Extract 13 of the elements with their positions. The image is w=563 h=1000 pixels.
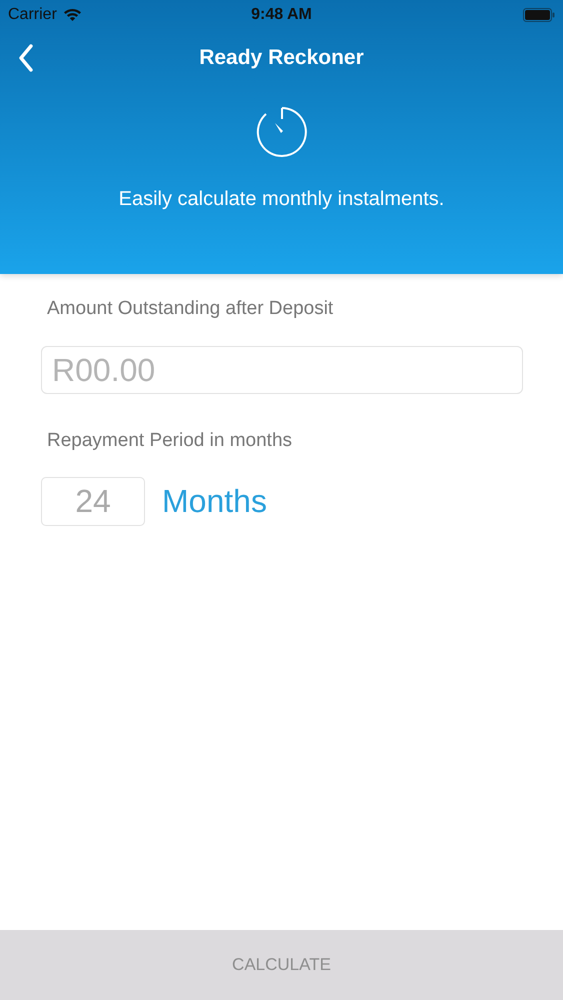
stopwatch-icon: [256, 106, 308, 158]
back-icon[interactable]: [18, 44, 34, 72]
months-unit: Months: [162, 483, 267, 520]
status-time: 9:48 AM: [251, 6, 312, 24]
amount-label: Amount Outstanding after Deposit: [47, 298, 334, 320]
header-subtitle: Easily calculate monthly instalments.: [118, 188, 444, 211]
screen-title: Ready Reckoner: [199, 46, 364, 70]
carrier-name: Carrier: [8, 6, 57, 24]
months-field[interactable]: 24: [41, 477, 145, 526]
amount-field[interactable]: R00.00: [41, 346, 523, 394]
period-label: Repayment Period in months: [47, 430, 294, 452]
wifi-icon: [62, 8, 82, 22]
battery-icon: [522, 8, 555, 22]
